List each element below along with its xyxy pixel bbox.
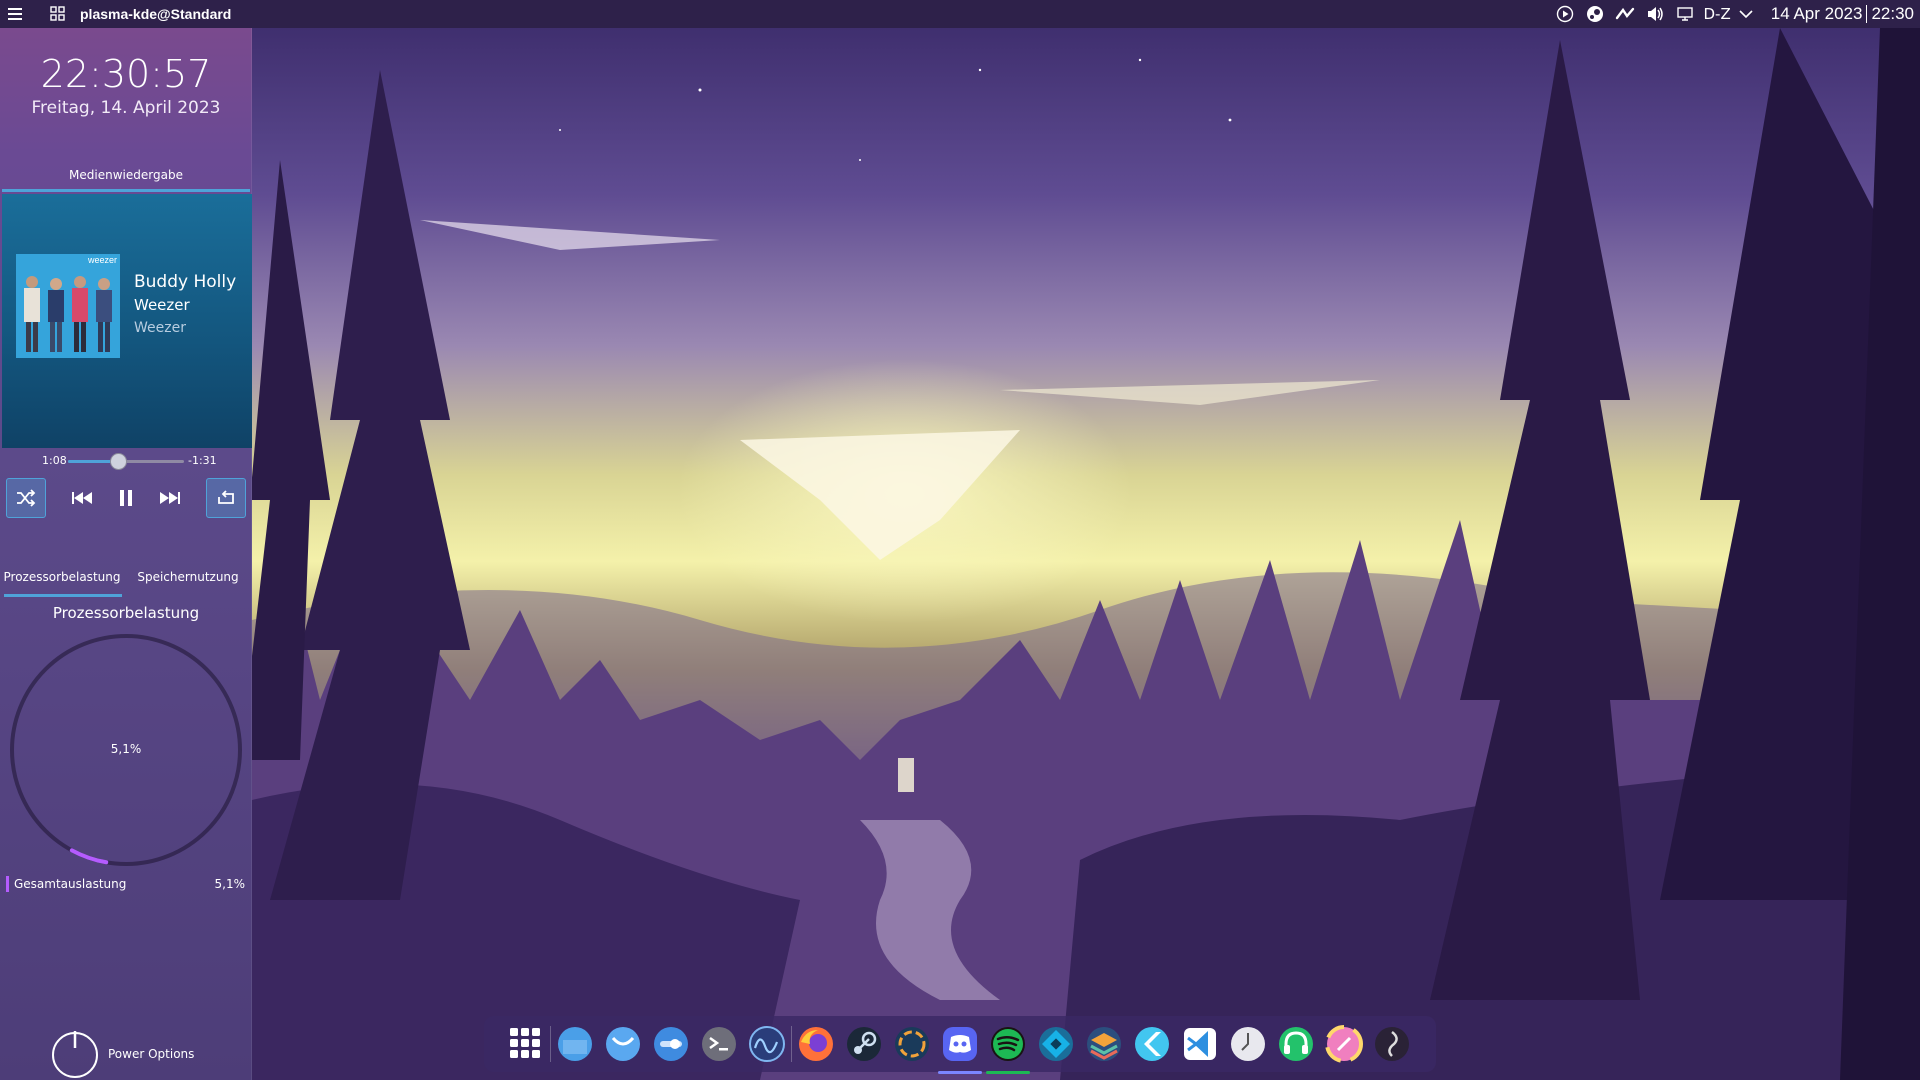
desktop-wallpaper bbox=[0, 0, 1920, 1080]
media-tab-underline bbox=[2, 189, 250, 192]
tab-cpu-load[interactable]: Prozessorbelastung bbox=[2, 570, 122, 596]
date-time-separator bbox=[1866, 5, 1868, 23]
kde-connect-icon[interactable] bbox=[1610, 0, 1640, 28]
track-album: Weezer bbox=[134, 320, 186, 336]
vscode-icon[interactable] bbox=[1176, 1020, 1224, 1068]
track-title: Buddy Holly bbox=[134, 272, 237, 292]
power-options-label[interactable]: Power Options bbox=[108, 1047, 194, 1061]
digital-clock-time: 22:30:57 bbox=[40, 52, 212, 96]
system-monitor-icon[interactable] bbox=[743, 1020, 791, 1068]
pause-icon bbox=[120, 490, 132, 506]
clock-icon[interactable] bbox=[1224, 1020, 1272, 1068]
app-grid-icon[interactable] bbox=[44, 0, 72, 28]
obs-studio-icon[interactable] bbox=[1368, 1020, 1416, 1068]
cpu-gauge-value: 5,1% bbox=[110, 742, 142, 756]
flutter-icon[interactable] bbox=[1128, 1020, 1176, 1068]
terminal-icon[interactable] bbox=[695, 1020, 743, 1068]
digital-clock-date: Freitag, 14. April 2023 bbox=[31, 98, 221, 118]
chevron-down-icon[interactable] bbox=[1735, 0, 1757, 28]
legend-color-bar bbox=[6, 876, 9, 892]
stacer-icon[interactable] bbox=[1080, 1020, 1128, 1068]
keyboard-layout-indicator[interactable]: D-Z bbox=[1704, 5, 1731, 23]
system-tray: D-Z 14 Apr 2023 22:30 bbox=[1550, 0, 1920, 28]
track-artist: Weezer bbox=[134, 296, 190, 314]
active-window-title[interactable]: plasma-kde@Standard bbox=[80, 6, 231, 22]
shuffle-icon bbox=[17, 489, 36, 507]
volume-icon[interactable] bbox=[1640, 0, 1670, 28]
app-launcher-icon[interactable] bbox=[502, 1020, 550, 1068]
media-player-header[interactable]: Medienwiedergabe bbox=[0, 168, 252, 182]
steam-icon[interactable] bbox=[840, 1020, 888, 1068]
legend-label: Gesamtauslastung bbox=[14, 877, 127, 891]
lutris-icon[interactable] bbox=[888, 1020, 936, 1068]
previous-track-button[interactable] bbox=[64, 480, 100, 516]
hamburger-menu-icon[interactable] bbox=[2, 0, 30, 28]
pause-button[interactable] bbox=[108, 480, 144, 516]
album-band-label: weezer bbox=[87, 255, 117, 265]
repeat-button[interactable] bbox=[206, 478, 246, 518]
top-panel: plasma-kde@Standard D-Z 14 Apr 2023 22:3… bbox=[0, 0, 1920, 28]
headset-icon[interactable] bbox=[1272, 1020, 1320, 1068]
next-icon bbox=[160, 492, 180, 504]
discover-store-icon[interactable] bbox=[599, 1020, 647, 1068]
discord-icon[interactable] bbox=[936, 1020, 984, 1074]
media-play-icon[interactable] bbox=[1550, 0, 1580, 28]
kodi-icon[interactable] bbox=[1032, 1020, 1080, 1068]
tab-memory-usage[interactable]: Speichernutzung bbox=[132, 570, 244, 596]
media-player-card: weezer Buddy Holly Weezer Weezer bbox=[2, 194, 252, 448]
repeat-icon bbox=[218, 490, 234, 504]
file-manager-icon[interactable] bbox=[551, 1020, 599, 1068]
color-picker-icon[interactable] bbox=[1320, 1020, 1368, 1068]
previous-icon bbox=[72, 492, 92, 504]
power-icon[interactable] bbox=[50, 1028, 100, 1078]
steam-tray-icon[interactable] bbox=[1580, 0, 1610, 28]
time-remaining: -1:31 bbox=[188, 454, 217, 467]
display-icon[interactable] bbox=[1670, 0, 1700, 28]
shuffle-button[interactable] bbox=[6, 478, 46, 518]
tab-cpu-underline bbox=[4, 594, 122, 597]
spotify-icon[interactable] bbox=[984, 1020, 1032, 1074]
next-track-button[interactable] bbox=[152, 480, 188, 516]
album-art: weezer bbox=[16, 254, 120, 358]
sidebar-widget-panel: 22:30:57 Freitag, 14. April 2023 Medienw… bbox=[0, 28, 252, 1080]
panel-time[interactable]: 22:30 bbox=[1871, 4, 1914, 24]
running-indicator bbox=[938, 1071, 982, 1074]
panel-date[interactable]: 14 Apr 2023 bbox=[1771, 4, 1863, 24]
seek-slider[interactable] bbox=[68, 453, 184, 470]
dock bbox=[484, 1016, 1436, 1074]
legend-value: 5,1% bbox=[214, 877, 246, 891]
cpu-monitor-title: Prozessorbelastung bbox=[52, 604, 200, 622]
firefox-icon[interactable] bbox=[792, 1020, 840, 1068]
time-elapsed: 1:08 bbox=[42, 454, 67, 467]
running-indicator bbox=[986, 1071, 1030, 1074]
seek-handle[interactable] bbox=[109, 453, 127, 470]
system-settings-icon[interactable] bbox=[647, 1020, 695, 1068]
